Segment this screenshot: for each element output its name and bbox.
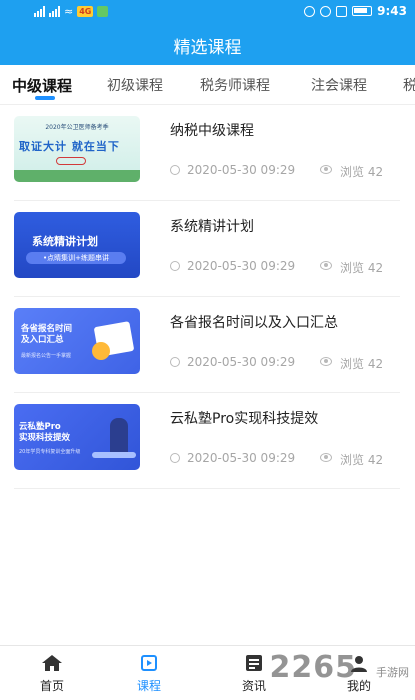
- thumb-subtext: 20年学员专科复训全面升级: [19, 449, 81, 455]
- app-notification-icon: [97, 6, 109, 17]
- signal-icon: [34, 6, 45, 17]
- thumb-headline-line1: 云私塾Pro: [19, 422, 61, 432]
- clock-icon: [170, 261, 180, 271]
- course-title: 云私塾Pro实现科技提效: [170, 411, 319, 427]
- eye-icon: [320, 165, 332, 174]
- course-date: 2020-05-30 09:29: [187, 163, 296, 177]
- thumb-top-text: 2020年公卫医师备考季: [45, 124, 109, 131]
- course-item[interactable]: 系统精讲计划 •点睛集训+练题串讲 系统精讲计划 2020-05-30 09:2…: [14, 202, 400, 297]
- headset-icon: [304, 5, 316, 17]
- course-views: 浏览 42: [340, 261, 384, 275]
- thumb-headline: 取证大计 就在当下: [19, 140, 120, 153]
- clock-icon: [170, 357, 180, 367]
- course-item[interactable]: 各省报名时间 及入口汇总 最新报名公告一手掌握 各省报名时间以及入口汇总 202…: [14, 298, 400, 393]
- nav-home-label: 首页: [39, 679, 64, 693]
- course-thumbnail: 各省报名时间 及入口汇总 最新报名公告一手掌握: [14, 308, 140, 374]
- course-title: 系统精讲计划: [170, 219, 254, 235]
- coin-illustration: [92, 342, 110, 360]
- course-play-icon: [141, 655, 157, 671]
- watermark-logo: 2265: [269, 650, 357, 685]
- tab-junior[interactable]: 初级课程: [107, 75, 163, 95]
- signal2-icon: [49, 6, 60, 17]
- mute-icon: [336, 5, 348, 17]
- app-header: ≈ 4G 9:43 精选课程: [0, 0, 415, 65]
- course-views: 浏览 42: [340, 357, 384, 371]
- tab-tax-agent[interactable]: 税务师课程: [200, 75, 270, 95]
- course-views: 浏览 42: [340, 453, 384, 467]
- eye-icon: [320, 357, 332, 366]
- battery-icon: [352, 6, 373, 16]
- course-thumbnail: 云私塾Pro 实现科技提效 20年学员专科复训全面升级: [14, 404, 140, 470]
- thumb-headline-line2: 及入口汇总: [21, 335, 64, 345]
- thumb-subtext: 最新报名公告一手掌握: [21, 353, 72, 359]
- thumb-headline: 云私塾Pro 实现科技提效: [19, 422, 70, 444]
- thumb-grass: [14, 170, 140, 182]
- thumb-headline: 系统精讲计划: [32, 235, 98, 248]
- news-icon: [246, 655, 262, 671]
- course-date: 2020-05-30 09:29: [187, 259, 296, 273]
- active-tab-indicator: [35, 96, 55, 100]
- ramp-illustration: [92, 452, 136, 458]
- course-item[interactable]: 云私塾Pro 实现科技提效 20年学员专科复训全面升级 云私塾Pro实现科技提效…: [14, 394, 400, 489]
- home-icon: [42, 655, 62, 671]
- nav-course[interactable]: 课程: [114, 646, 184, 700]
- page-title: 精选课程: [173, 38, 242, 58]
- course-date: 2020-05-30 09:29: [187, 355, 296, 369]
- thumb-headline-line1: 各省报名时间: [21, 324, 73, 334]
- watermark-subtext: 手游网: [376, 666, 409, 679]
- course-thumbnail: 系统精讲计划 •点睛集训+练题串讲: [14, 212, 140, 278]
- thumb-bar-text: •点睛集训+练题串讲: [26, 252, 126, 264]
- eye-icon: [320, 453, 332, 462]
- tab-cpa[interactable]: 注会课程: [311, 75, 367, 95]
- course-thumbnail: 2020年公卫医师备考季 取证大计 就在当下: [14, 116, 140, 182]
- tab-tax-more[interactable]: 税: [403, 75, 415, 95]
- category-tabs: 中级课程 初级课程 税务师课程 注会课程 税: [0, 65, 415, 105]
- status-bar: ≈ 4G 9:43: [0, 0, 415, 24]
- course-date: 2020-05-30 09:29: [187, 451, 296, 465]
- thumb-pill: [56, 157, 86, 165]
- status-time: 9:43: [377, 4, 407, 18]
- course-title: 各省报名时间以及入口汇总: [170, 315, 338, 331]
- course-title: 纳税中级课程: [170, 123, 254, 139]
- tab-intermediate[interactable]: 中级课程: [12, 75, 72, 96]
- alarm-icon: [320, 5, 332, 17]
- nav-home[interactable]: 首页: [17, 646, 87, 700]
- wifi-icon: ≈: [64, 5, 74, 18]
- course-item[interactable]: 2020年公卫医师备考季 取证大计 就在当下 纳税中级课程 2020-05-30…: [14, 106, 400, 201]
- clock-icon: [170, 453, 180, 463]
- person-illustration: [110, 418, 128, 454]
- course-views: 浏览 42: [340, 165, 384, 179]
- thumb-headline: 各省报名时间 及入口汇总: [21, 324, 72, 346]
- thumb-headline-line2: 实现科技提效: [19, 433, 71, 443]
- network-badge: 4G: [77, 6, 94, 17]
- nav-course-label: 课程: [136, 679, 161, 693]
- clock-icon: [170, 165, 180, 175]
- eye-icon: [320, 261, 332, 270]
